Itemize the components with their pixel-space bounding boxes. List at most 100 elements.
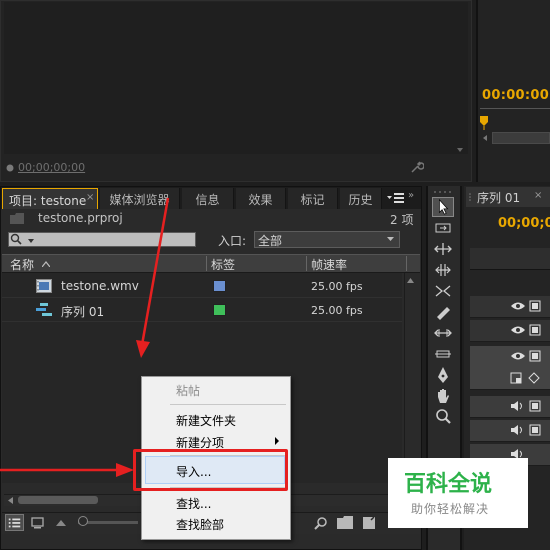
entry-label: 入口: — [218, 234, 247, 248]
project-file-icon — [10, 213, 24, 224]
search-icon[interactable] — [10, 233, 24, 246]
razor-tool[interactable] — [432, 302, 454, 322]
menu-item-paste[interactable]: 粘帖 — [176, 382, 200, 399]
scroll-up-icon[interactable] — [406, 277, 415, 284]
tab-history[interactable]: 历史 — [340, 188, 382, 209]
menu-item-find[interactable]: 查找... — [176, 495, 211, 512]
ripple-edit-tool[interactable] — [432, 239, 454, 259]
scrollbar-thumb[interactable] — [18, 496, 98, 504]
scroll-left-icon[interactable] — [6, 496, 14, 505]
slide-icon — [435, 350, 451, 358]
sequence-icon — [36, 303, 52, 316]
rolling-edit-tool[interactable] — [432, 260, 454, 280]
panel-grip-icon[interactable] — [468, 192, 474, 202]
playhead-icon[interactable] — [480, 116, 488, 130]
tab-info[interactable]: 信息 — [182, 188, 234, 209]
column-header-label[interactable]: 标签 — [211, 256, 235, 273]
hand-tool[interactable] — [432, 386, 454, 406]
close-icon[interactable]: × — [86, 192, 94, 203]
submenu-arrow-icon — [275, 437, 279, 445]
search-input[interactable] — [8, 232, 196, 247]
entry-select[interactable]: 全部 — [254, 231, 400, 248]
keyframe-diamond-icon[interactable] — [528, 372, 540, 384]
ripple-edit-icon — [434, 243, 452, 255]
item-name: 序列 01 — [61, 305, 105, 319]
menu-separator — [170, 404, 286, 405]
lock-icon[interactable] — [529, 300, 541, 312]
lock-icon[interactable] — [529, 424, 541, 436]
pen-icon — [438, 367, 448, 383]
item-fps: 25.00 fps — [311, 304, 363, 317]
speaker-icon[interactable] — [510, 424, 524, 436]
source-timecode[interactable]: 00;00;00;00 — [18, 161, 85, 174]
rolling-edit-icon — [435, 264, 451, 276]
track-select-tool[interactable] — [432, 218, 454, 238]
panel-menu-icon[interactable] — [384, 189, 408, 207]
scroll-down-icon[interactable] — [455, 145, 465, 155]
watermark-title: 百科全说 — [404, 472, 493, 497]
marker-icon[interactable] — [6, 164, 14, 172]
magnifier-icon — [436, 409, 451, 424]
close-icon[interactable]: × — [534, 190, 542, 201]
list-view-icon[interactable] — [5, 514, 24, 531]
lock-icon[interactable] — [529, 350, 541, 362]
eye-icon[interactable] — [510, 324, 526, 336]
panel-grip-icon[interactable] — [430, 188, 456, 196]
keyframe-toggle-icon[interactable] — [510, 372, 522, 384]
sequence-tab-label: 序列 01 — [477, 191, 521, 205]
annotation-highlight-box — [133, 449, 288, 491]
selection-tool[interactable] — [432, 197, 454, 217]
wrench-icon[interactable] — [410, 160, 424, 174]
menu-item-find-face[interactable]: 查找脸部 — [176, 516, 224, 533]
lock-icon[interactable] — [529, 400, 541, 412]
item-fps: 25.00 fps — [311, 280, 363, 293]
column-header-fps[interactable]: 帧速率 — [311, 256, 347, 273]
timeline-ruler[interactable] — [470, 248, 550, 270]
slip-tool[interactable] — [432, 323, 454, 343]
lock-icon[interactable] — [529, 324, 541, 336]
zoom-out-icon[interactable] — [56, 518, 66, 526]
column-divider[interactable] — [406, 256, 407, 271]
eye-icon[interactable] — [510, 350, 526, 362]
eye-icon[interactable] — [510, 300, 526, 312]
program-timecode[interactable]: 00:00:00:0 — [482, 88, 550, 103]
zoom-slider-handle[interactable] — [78, 516, 88, 526]
rate-stretch-tool[interactable] — [432, 281, 454, 301]
label-swatch[interactable] — [213, 280, 226, 292]
slip-icon — [434, 329, 452, 337]
find-icon[interactable] — [314, 516, 328, 530]
column-header-name[interactable]: 名称 — [10, 256, 34, 273]
timeline-timecode[interactable]: 00;00;0 — [498, 216, 550, 231]
icon-view-icon[interactable] — [28, 514, 47, 531]
scroll-left-icon[interactable] — [480, 133, 490, 143]
new-bin-icon[interactable] — [337, 516, 353, 529]
zoom-tool[interactable] — [432, 407, 454, 427]
program-ruler[interactable] — [480, 108, 550, 116]
item-count: 2 项 — [390, 213, 414, 227]
razor-icon — [437, 307, 450, 320]
new-item-icon[interactable] — [362, 516, 376, 530]
project-filename: testone.prproj — [38, 211, 123, 225]
item-name: testone.wmv — [61, 279, 139, 293]
column-divider[interactable] — [206, 256, 207, 271]
tab-project[interactable]: 项目: testone — [2, 188, 98, 209]
slide-tool[interactable] — [432, 344, 454, 364]
menu-item-new-bin[interactable]: 新建文件夹 — [176, 412, 236, 429]
search-chevron-icon[interactable] — [27, 237, 35, 245]
watermark-subtitle: 助你轻松解决 — [411, 502, 490, 516]
overflow-chevron-icon[interactable]: » — [408, 190, 414, 201]
source-video-area — [4, 2, 468, 154]
track-select-icon — [435, 223, 451, 233]
tab-project-label: 项目: testone — [9, 194, 87, 208]
speaker-icon[interactable] — [510, 400, 524, 412]
rate-stretch-icon — [435, 285, 451, 297]
pen-tool[interactable] — [432, 365, 454, 385]
column-divider[interactable] — [306, 256, 307, 271]
label-swatch[interactable] — [213, 304, 226, 316]
chevron-down-icon[interactable] — [386, 235, 395, 243]
program-scrollbar[interactable] — [492, 132, 550, 144]
tab-markers[interactable]: 标记 — [288, 188, 338, 209]
tab-media-browser[interactable]: 媒体浏览器 — [100, 188, 180, 209]
sort-ascending-icon[interactable] — [42, 261, 50, 267]
tab-effects[interactable]: 效果 — [236, 188, 286, 209]
